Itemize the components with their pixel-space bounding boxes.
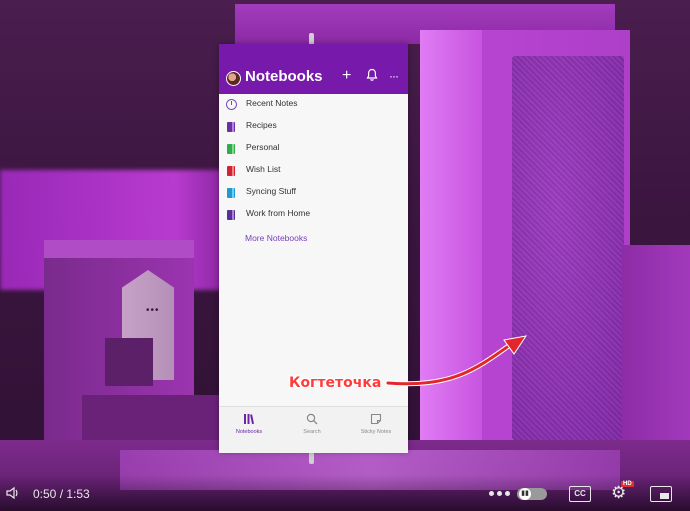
more-notebooks-link[interactable]: More Notebooks: [245, 233, 307, 243]
list-item-label: Syncing Stuff: [246, 186, 296, 196]
avatar-icon[interactable]: [226, 71, 241, 86]
list-item-personal[interactable]: Personal: [219, 138, 408, 160]
notebooks-icon: [219, 413, 279, 427]
miniplayer-icon[interactable]: [650, 486, 672, 502]
autoplay-toggle[interactable]: ▮▮: [517, 488, 547, 500]
plus-icon[interactable]: +: [342, 68, 351, 84]
list-item-syncing-stuff[interactable]: Syncing Stuff: [219, 182, 408, 204]
list-item-recent-notes[interactable]: Recent Notes: [219, 94, 408, 116]
list-item-label: Work from Home: [246, 208, 311, 218]
volume-icon[interactable]: [4, 484, 22, 502]
notebook-icon: [227, 166, 235, 176]
list-item-label: Recipes: [246, 120, 277, 130]
cube-figurine: [105, 338, 153, 386]
video-controls: 0:50 / 1:53 ▮▮ CC ⚙ HD: [0, 475, 690, 511]
left-block-top: [44, 240, 194, 258]
list-item-recipes[interactable]: Recipes: [219, 116, 408, 138]
notebook-icon: [227, 188, 235, 198]
app-title: Notebooks: [245, 68, 323, 85]
annotation-arrow: [385, 335, 528, 387]
search-icon: [282, 413, 342, 427]
tab-label: Sticky Notes: [360, 429, 392, 435]
time-display: 0:50 / 1:53: [33, 487, 90, 501]
list-item-wish-list[interactable]: Wish List: [219, 160, 408, 182]
tab-label: Search: [303, 429, 321, 435]
tab-sticky-notes[interactable]: Sticky Notes: [346, 413, 406, 435]
list-item-label: Recent Notes: [246, 98, 298, 108]
bottom-tab-bar: Notebooks Search Sticky Notes: [219, 406, 408, 453]
pause-icon: ▮▮: [519, 488, 531, 500]
notebook-icon: [227, 144, 235, 154]
tab-search[interactable]: Search: [282, 413, 342, 435]
phone-pin-bottom: [309, 452, 314, 464]
house-windows: •••: [146, 305, 160, 316]
list-item-work-from-home[interactable]: Work from Home: [219, 204, 408, 226]
more-icon[interactable]: ···: [389, 68, 399, 84]
annotation-label: Когтеточка: [289, 375, 382, 391]
notebook-icon: [227, 210, 235, 220]
clock-icon: [226, 99, 237, 110]
notebook-icon: [227, 122, 235, 132]
bell-icon[interactable]: [366, 68, 378, 82]
captions-button[interactable]: CC: [569, 486, 591, 502]
app-header: Notebooks + ···: [219, 44, 408, 94]
tab-notebooks[interactable]: Notebooks: [219, 413, 279, 435]
list-item-label: Personal: [246, 142, 280, 152]
more-options-icon[interactable]: [489, 491, 511, 497]
sticky-notes-icon: [346, 413, 406, 427]
right-block-side: [420, 30, 482, 470]
list-item-label: Wish List: [246, 164, 281, 174]
hd-badge: HD: [621, 481, 634, 487]
tab-label: Notebooks: [235, 429, 263, 435]
